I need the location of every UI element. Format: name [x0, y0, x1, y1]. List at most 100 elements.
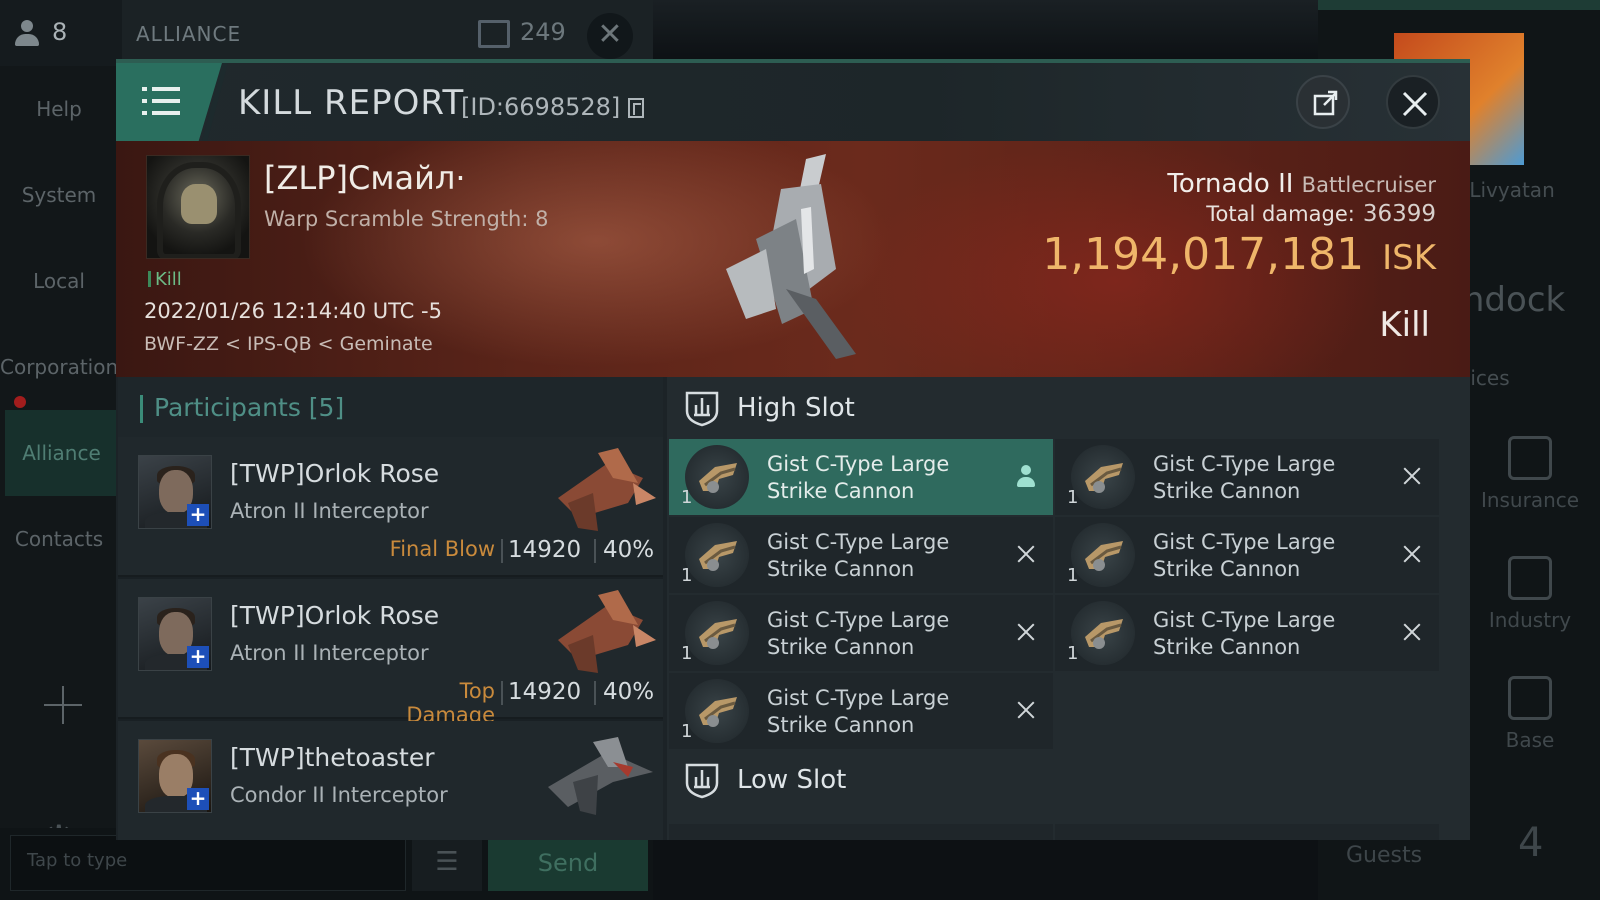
item-quantity: 1 — [1067, 487, 1079, 508]
participants-panel: Participants [5] + [TWP]Orlok Rose Atron… — [118, 377, 663, 840]
low-slot-title: Low Slot — [737, 765, 847, 795]
fitting-item[interactable]: 1 Gist C-Type Large Strike Cannon — [669, 673, 1053, 749]
kill-location[interactable]: BWF-ZZ < IPS-QB < Geminate — [144, 333, 433, 355]
fitting-item[interactable]: 1 Gist C-Type Large Strike Cannon — [669, 595, 1053, 671]
isk-amount: 1,194,017,181 — [1042, 229, 1365, 280]
add-contact-icon[interactable]: + — [187, 504, 209, 526]
divider — [594, 539, 596, 563]
high-slot-header: High Slot — [667, 377, 1470, 439]
cannon-icon — [1071, 601, 1135, 665]
window-header: KILL REPORT [ID:6698528] — [116, 63, 1470, 141]
ship-name[interactable]: Tornado II — [1167, 169, 1293, 199]
close-icon[interactable]: ✕ — [587, 13, 633, 59]
header-accent — [140, 395, 143, 423]
item-name: Gist C-Type Large Strike Cannon — [767, 451, 987, 505]
industry-label: Industry — [1488, 608, 1572, 632]
add-contact-icon[interactable]: + — [187, 646, 209, 668]
share-button[interactable] — [1296, 75, 1350, 129]
sidebar-item-alliance[interactable]: Alliance — [5, 410, 118, 496]
item-name-line1: Gist C-Type Large — [1153, 530, 1336, 554]
destroyed-x-icon — [1013, 619, 1039, 645]
close-button[interactable] — [1386, 75, 1440, 129]
panel-strip — [1318, 0, 1600, 10]
participant-row[interactable]: + [TWP]Orlok Rose Atron II Interceptor F… — [118, 437, 663, 577]
insurance-service[interactable]: Insurance — [1470, 436, 1590, 512]
participant-avatar[interactable]: + — [138, 739, 212, 813]
send-button[interactable]: Send — [488, 835, 648, 891]
isk-value: 1,194,017,181 ISK — [1042, 229, 1436, 280]
participant-percent: 40% — [603, 679, 655, 705]
chat-menu-button[interactable]: ☰ — [412, 835, 482, 891]
participant-name: [TWP]Orlok Rose — [230, 601, 440, 630]
high-slot-title: High Slot — [737, 393, 855, 423]
participant-ship: Atron II Interceptor — [230, 641, 429, 665]
item-quantity: 1 — [1067, 565, 1079, 586]
cannon-icon — [685, 601, 749, 665]
divider — [501, 539, 503, 563]
victim-avatar[interactable] — [146, 155, 250, 259]
plus-icon[interactable] — [44, 686, 82, 724]
item-name: Gist C-Type Large Strike Cannon — [1153, 607, 1373, 661]
fitting-item[interactable]: 1 Gist C-Type Large Strike Cannon — [1055, 517, 1439, 593]
item-quantity: 1 — [681, 721, 693, 742]
insurance-icon — [1508, 436, 1552, 480]
chat-input[interactable]: Tap to type — [10, 835, 406, 891]
sidebar-item-contacts[interactable]: Contacts — [0, 496, 118, 582]
chat-count: 249 — [520, 18, 566, 46]
sidebar-item-help[interactable]: Help — [0, 66, 118, 152]
industry-icon — [1508, 556, 1552, 600]
item-name: Gist C-Type Large Strike Cannon — [767, 685, 987, 739]
item-name-line2: Strike Cannon — [767, 557, 915, 581]
industry-service[interactable]: Industry — [1470, 556, 1590, 632]
item-quantity: 1 — [681, 487, 693, 508]
participants-header[interactable]: Participants [5] — [118, 377, 663, 437]
fitting-item[interactable]: 1 Gist C-Type Large Strike Cannon — [669, 517, 1053, 593]
chat-sidebar: Help System Local Corporation Alliance C… — [0, 66, 118, 900]
kill-tag: Kill — [148, 269, 182, 290]
sidebar-item-local[interactable]: Local — [0, 238, 118, 324]
sidebar-item-system[interactable]: System — [0, 152, 118, 238]
fitting-panel: High Slot 1 Gist C-Type Large Strike Can… — [667, 377, 1470, 840]
fitting-item[interactable]: 1 Gist C-Type Large Strike Cannon — [1055, 439, 1439, 515]
participant-avatar[interactable]: + — [138, 597, 212, 671]
item-name-line1: Gist C-Type Large — [767, 686, 950, 710]
item-name-line2: Strike Cannon — [767, 479, 915, 503]
guests-label: Guests — [1346, 843, 1423, 868]
participant-row[interactable]: + [TWP]thetoaster Condor II Interceptor — [118, 721, 663, 840]
chat-icon[interactable] — [478, 20, 510, 48]
participant-row[interactable]: + [TWP]Orlok Rose Atron II Interceptor T… — [118, 579, 663, 727]
item-name-line1: Gist C-Type Large — [1153, 452, 1336, 476]
copy-icon[interactable] — [628, 98, 644, 118]
background-scene — [653, 0, 1318, 60]
fitting-item[interactable]: 1 Gist C-Type Large Strike Cannon — [669, 439, 1053, 515]
participant-name: [TWP]thetoaster — [230, 743, 435, 772]
base-service[interactable]: Base — [1470, 676, 1590, 752]
fitting-item[interactable]: 1 Gist C-Type Large Strike Cannon — [1055, 595, 1439, 671]
base-label: Base — [1505, 728, 1555, 752]
channel-title: ALLIANCE — [136, 22, 242, 46]
fitting-item[interactable] — [669, 824, 1053, 840]
window-title: KILL REPORT — [238, 83, 465, 123]
item-name-line1: Gist C-Type Large — [767, 608, 950, 632]
background-topbar: 8 ALLIANCE 249 ✕ — [0, 0, 653, 66]
participant-avatar[interactable]: + — [138, 455, 212, 529]
destroyed-x-icon — [1399, 619, 1425, 645]
add-contact-icon[interactable]: + — [187, 788, 209, 810]
total-damage-value: 36399 — [1362, 201, 1436, 227]
notification-dot — [14, 396, 26, 408]
close-icon — [1402, 91, 1428, 117]
cannon-icon — [1071, 445, 1135, 509]
fitting-item[interactable] — [1055, 824, 1439, 840]
victim-ship-name: Tornado II Battlecruiser — [1167, 169, 1436, 199]
destroyed-x-icon — [1399, 463, 1425, 489]
kill-report-window: KILL REPORT [ID:6698528] [ZLP]Смайл· War… — [116, 59, 1470, 840]
result-label: Kill — [1379, 305, 1430, 345]
victim-name[interactable]: [ZLP]Смайл· — [264, 159, 466, 197]
item-name-line1: Gist C-Type Large — [1153, 608, 1336, 632]
participant-ship: Atron II Interceptor — [230, 499, 429, 523]
cannon-icon — [685, 523, 749, 587]
member-count-box[interactable]: 8 — [0, 0, 122, 66]
item-name: Gist C-Type Large Strike Cannon — [1153, 529, 1373, 583]
guests-count: 4 — [1518, 820, 1544, 866]
participant-name: [TWP]Orlok Rose — [230, 459, 440, 488]
